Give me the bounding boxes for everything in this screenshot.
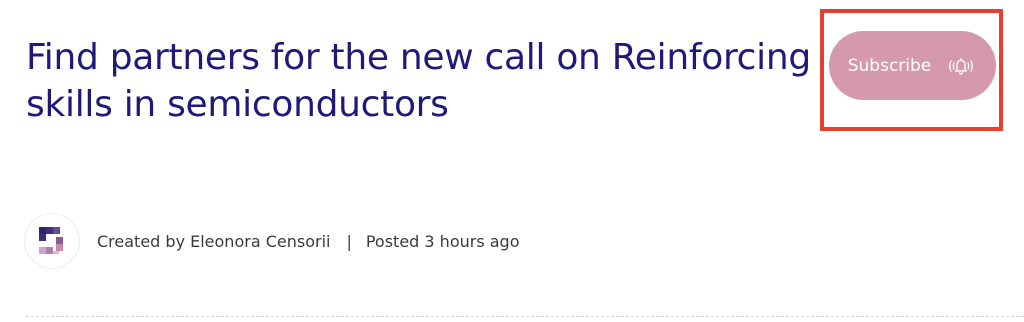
created-by-text: Created by Eleonora Censorii (97, 231, 331, 251)
subscribe-button[interactable]: Subscribe (829, 31, 996, 100)
bell-ringing-icon (945, 55, 977, 77)
post-header: Find partners for the new call on Reinfo… (0, 0, 1024, 322)
divider (26, 316, 1024, 317)
post-meta: Created by Eleonora Censorii | Posted 3 … (25, 213, 520, 269)
community-logo-icon (39, 227, 63, 254)
meta-separator: | (346, 231, 352, 251)
page-title: Find partners for the new call on Reinfo… (26, 37, 811, 125)
posted-time-text: Posted 3 hours ago (365, 231, 520, 251)
subscribe-label: Subscribe (847, 55, 932, 76)
avatar[interactable] (25, 214, 79, 268)
